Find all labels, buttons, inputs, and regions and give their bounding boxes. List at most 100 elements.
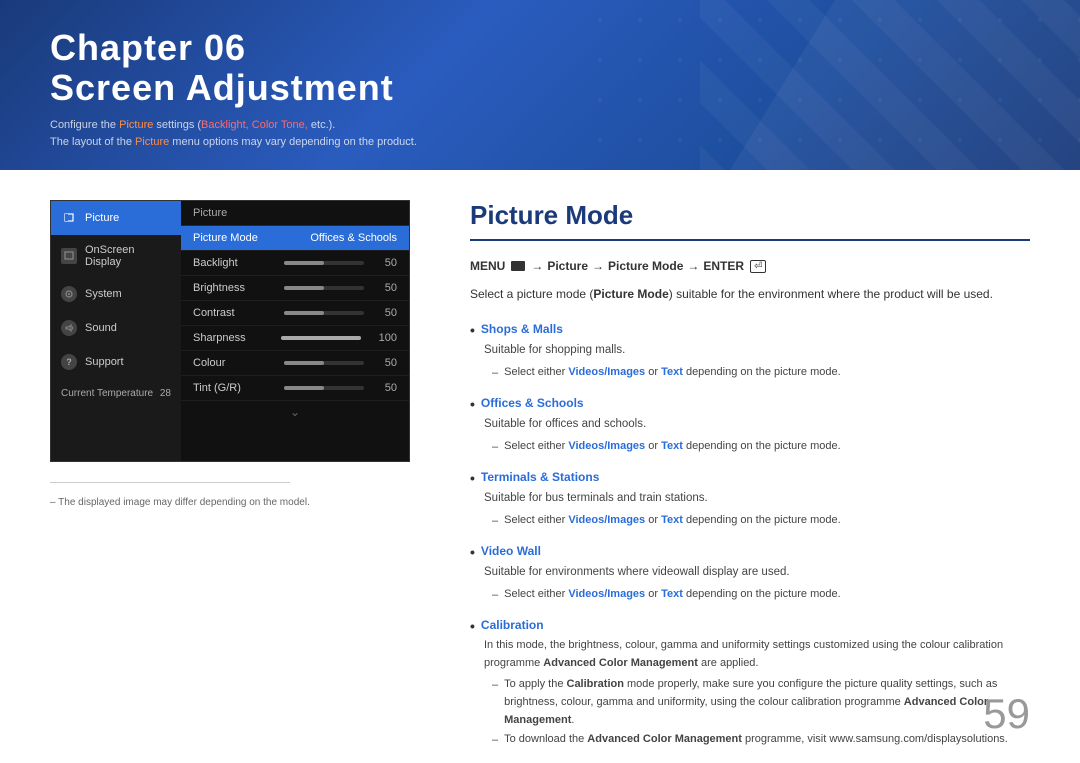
desc1-suffix: etc.).	[308, 119, 336, 131]
note-text: The displayed image may differ depending…	[58, 497, 310, 508]
bullet-calibration: • Calibration In this mode, the brightne…	[470, 618, 1030, 750]
bullet-label-offices: Offices & Schools	[481, 396, 584, 410]
sub-dash-cal1: –	[492, 677, 498, 695]
sidebar-item-onscreen[interactable]: OnScreen Display	[51, 235, 181, 277]
sub-text-shops: Select either Videos/Images or Text depe…	[504, 364, 841, 382]
sidebar-label-sound: Sound	[85, 322, 117, 334]
row-bar-colour	[284, 361, 364, 365]
sub-dash-video-wall: –	[492, 587, 498, 605]
mockup-main: Picture Picture Mode Offices & Schools B…	[181, 201, 409, 461]
menu-arrow3: →	[687, 259, 699, 273]
sub-text-video-wall: Select either Videos/Images or Text depe…	[504, 586, 841, 604]
header-desc-line1: Configure the Picture settings (Backligh…	[50, 117, 417, 135]
support-sidebar-icon: ?	[61, 354, 77, 370]
mockup-main-header: Picture	[181, 201, 409, 226]
sub-text-cal1: To apply the Calibration mode properly, …	[504, 676, 1030, 729]
sidebar-temp: Current Temperature 28	[51, 379, 181, 408]
menu-picture-mode: Picture Mode	[608, 259, 683, 273]
calibration-desc1: In this mode, the brightness, colour, ga…	[484, 637, 1030, 672]
row-value-colour: 50	[385, 357, 397, 369]
left-panel: Picture OnScreen Display System	[50, 200, 430, 733]
system-sidebar-icon	[61, 286, 77, 302]
bullet-desc-video-wall: Suitable for environments where videowal…	[484, 563, 1030, 581]
intro-text: Select a picture mode (Picture Mode) sui…	[470, 285, 1030, 304]
sidebar-item-system[interactable]: System	[51, 277, 181, 311]
mockup-chevron: ⌄	[181, 401, 409, 423]
section-title: Picture Mode	[470, 200, 1030, 241]
hex-pattern	[580, 0, 1080, 170]
sub-dash-offices: –	[492, 439, 498, 457]
display-sidebar-icon	[61, 248, 77, 264]
bullet-label-calibration: Calibration	[481, 618, 544, 632]
chapter-subtitle: Screen Adjustment	[50, 68, 394, 108]
bullet-title-terminals: • Terminals & Stations	[470, 470, 1030, 485]
bullet-desc-shops: Suitable for shopping malls.	[484, 341, 1030, 359]
sub-dash-cal2: –	[492, 732, 498, 750]
bullet-offices: • Offices & Schools Suitable for offices…	[470, 396, 1030, 456]
mockup-row-brightness[interactable]: Brightness 50	[181, 276, 409, 301]
left-divider	[50, 482, 290, 483]
bullet-title-shops: • Shops & Malls	[470, 322, 1030, 337]
row-bar-brightness	[284, 286, 364, 290]
menu-enter: ENTER	[703, 259, 744, 273]
mockup-row-contrast[interactable]: Contrast 50	[181, 301, 409, 326]
mockup-row-picture-mode[interactable]: Picture Mode Offices & Schools	[181, 226, 409, 251]
sub-bullet-offices: – Select either Videos/Images or Text de…	[492, 438, 1030, 457]
menu-arrow2: →	[592, 259, 604, 273]
enter-icon: ⏎	[750, 260, 766, 273]
mockup-row-colour[interactable]: Colour 50	[181, 351, 409, 376]
sidebar-item-support[interactable]: ? Support	[51, 345, 181, 379]
menu-path: MENU → Picture → Picture Mode → ENTER ⏎	[470, 259, 1030, 273]
row-bar-contrast	[284, 311, 364, 315]
row-bar-tint	[284, 386, 364, 390]
row-bar-backlight	[284, 261, 364, 265]
mockup-row-tint[interactable]: Tint (G/R) 50	[181, 376, 409, 401]
desc2-suffix: menu options may vary depending on the p…	[169, 136, 417, 148]
sub-bullet-terminals: – Select either Videos/Images or Text de…	[492, 512, 1030, 531]
chapter-label: Chapter 06	[50, 28, 394, 68]
sidebar-label-picture: Picture	[85, 212, 119, 224]
sidebar-item-sound[interactable]: Sound	[51, 311, 181, 345]
sound-sidebar-icon	[61, 320, 77, 336]
sub-text-cal2: To download the Advanced Color Managemen…	[504, 731, 1008, 749]
right-panel: Picture Mode MENU → Picture → Picture Mo…	[470, 200, 1030, 733]
sub-dash-shops: –	[492, 365, 498, 383]
bullet-label-terminals: Terminals & Stations	[481, 470, 599, 484]
row-label-contrast: Contrast	[193, 307, 263, 319]
bullet-video-wall: • Video Wall Suitable for environments w…	[470, 544, 1030, 604]
row-label-tint: Tint (G/R)	[193, 382, 263, 394]
left-note: – The displayed image may differ dependi…	[50, 495, 430, 510]
sub-bullet-calibration2: – To download the Advanced Color Managem…	[492, 731, 1030, 750]
header-text: Chapter 06 Screen Adjustment	[50, 28, 394, 107]
sub-bullet-video-wall: – Select either Videos/Images or Text de…	[492, 586, 1030, 605]
row-value-tint: 50	[385, 382, 397, 394]
temp-value: 28	[160, 388, 171, 399]
mockup-layout: Picture OnScreen Display System	[51, 201, 409, 461]
header-banner: Chapter 06 Screen Adjustment Configure t…	[0, 0, 1080, 170]
bullet-dot-terminals: •	[470, 471, 475, 485]
row-value-sharpness: 100	[379, 332, 397, 344]
mockup-sidebar: Picture OnScreen Display System	[51, 201, 181, 461]
menu-menu: MENU	[470, 259, 505, 273]
bullet-title-video-wall: • Video Wall	[470, 544, 1030, 559]
sidebar-label-onscreen: OnScreen Display	[85, 244, 171, 268]
header-desc: Configure the Picture settings (Backligh…	[50, 117, 417, 152]
note-dash: –	[50, 497, 58, 508]
sub-text-offices: Select either Videos/Images or Text depe…	[504, 438, 841, 456]
sidebar-item-picture[interactable]: Picture	[51, 201, 181, 235]
desc1-color: Backlight, Color Tone,	[201, 119, 308, 131]
bullet-title-offices: • Offices & Schools	[470, 396, 1030, 411]
temp-label: Current Temperature	[61, 388, 153, 399]
row-label-sharpness: Sharpness	[193, 332, 263, 344]
header-desc-line2: The layout of the Picture menu options m…	[50, 134, 417, 152]
sub-bullet-shops: – Select either Videos/Images or Text de…	[492, 364, 1030, 383]
menu-arrow1: →	[531, 259, 543, 273]
sub-bullet-calibration1: – To apply the Calibration mode properly…	[492, 676, 1030, 729]
row-bar-sharpness	[281, 336, 361, 340]
bullet-dot-offices: •	[470, 397, 475, 411]
desc1-picture: Picture	[119, 119, 153, 131]
bullet-label-shops: Shops & Malls	[481, 322, 563, 336]
mockup-row-backlight[interactable]: Backlight 50	[181, 251, 409, 276]
mockup-row-sharpness[interactable]: Sharpness 100	[181, 326, 409, 351]
row-label-backlight: Backlight	[193, 257, 263, 269]
